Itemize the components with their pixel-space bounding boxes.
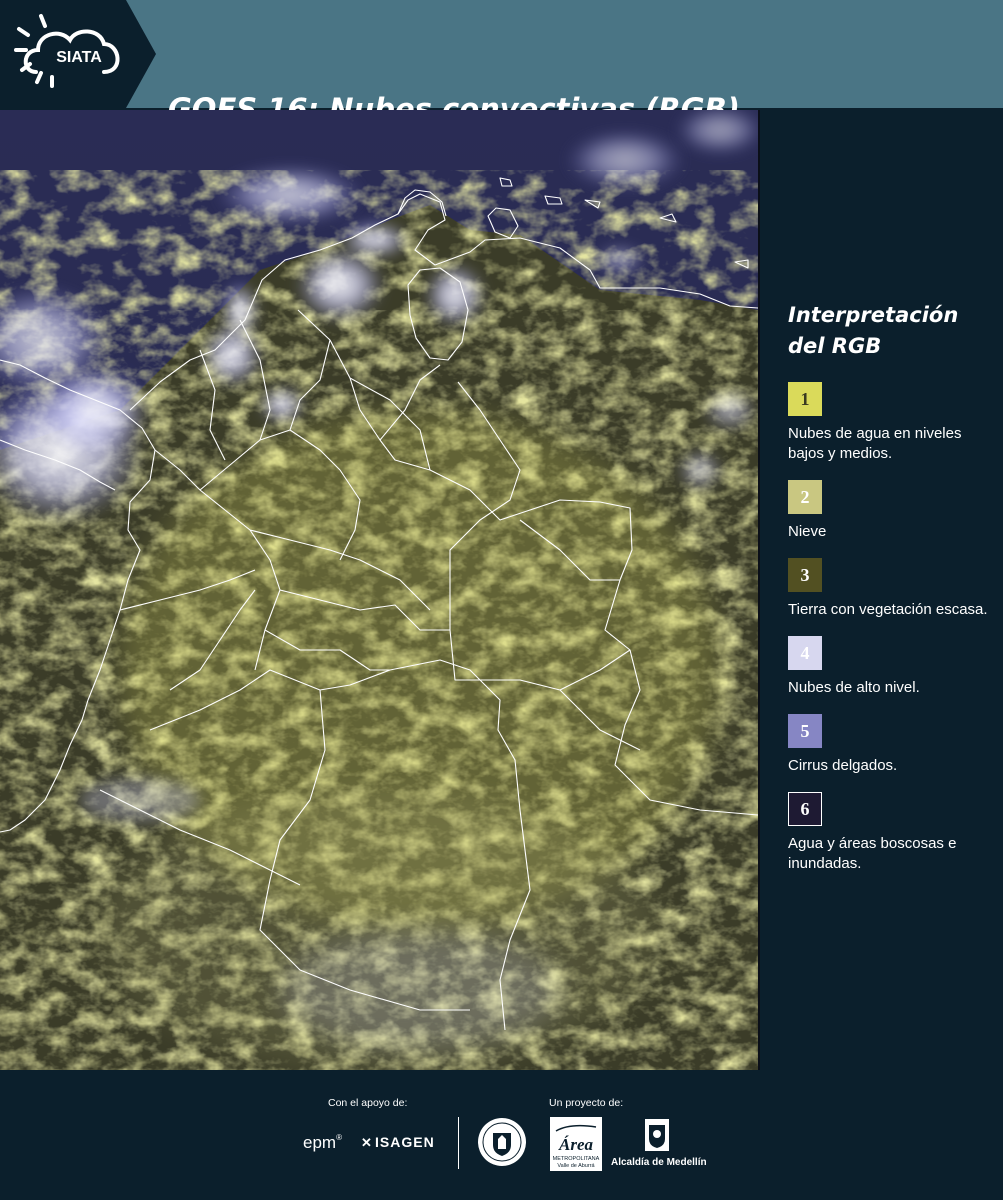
footer-divider — [458, 1117, 459, 1169]
legend-swatch-5: 5 — [788, 714, 822, 748]
isagen-mark-icon: ✕ — [361, 1135, 373, 1150]
isagen-text: ISAGEN — [375, 1134, 435, 1150]
legend-list: 1 Nubes de agua en niveles bajos y medios… — [788, 382, 993, 874]
area-text: Área — [558, 1135, 594, 1154]
legend-swatch-1: 1 — [788, 382, 822, 416]
legend-item-6: 6 Agua y áreas boscosas e inundadas. — [788, 792, 993, 874]
legend-item-1: 1 Nubes de agua en niveles bajos y medios… — [788, 382, 993, 464]
support-caption: Con el apoyo de: — [328, 1097, 408, 1109]
legend-swatch-2: 2 — [788, 480, 822, 514]
legend-label-2: Nieve — [788, 523, 827, 540]
legend-item-4: 4 Nubes de alto nivel. — [788, 636, 993, 698]
legend-item-3: 3 Tierra con vegetación escasa. — [788, 558, 993, 620]
area-sub1: METROPOLITANA — [553, 1156, 600, 1162]
epm-logo[interactable]: epm® — [303, 1133, 342, 1153]
alcaldia-text: Alcaldía de Medellín — [611, 1157, 707, 1168]
project-caption: Un proyecto de: — [549, 1097, 624, 1109]
legend-item-2: 2 Nieve — [788, 480, 993, 542]
siata-logo[interactable]: SIATA — [0, 0, 156, 108]
legend-label-1: Nubes de agua en niveles bajos y medios. — [788, 425, 962, 462]
header-bar: SIATA GOES 16: Nubes convectivas (RGB) 2… — [0, 0, 1003, 240]
legend-label-4: Nubes de alto nivel. — [788, 679, 920, 696]
legend-panel: Interpretación del RGB 1 Nubes de agua en… — [788, 300, 993, 874]
map-border — [758, 110, 760, 1070]
satellite-map[interactable] — [0, 110, 758, 1070]
legend-swatch-6: 6 — [788, 792, 822, 826]
epm-text: epm — [303, 1133, 337, 1152]
area-sub2: Valle de Aburrá — [557, 1163, 595, 1169]
medellin-seal-logo[interactable] — [477, 1117, 527, 1167]
area-metropolitana-logo[interactable]: Área METROPOLITANA Valle de Aburrá — [550, 1117, 602, 1171]
legend-label-3: Tierra con vegetación escasa. — [788, 601, 988, 618]
legend-label-5: Cirrus delgados. — [788, 757, 898, 774]
legend-swatch-3: 3 — [788, 558, 822, 592]
legend-swatch-4: 4 — [788, 636, 822, 670]
legend-label-6: Agua y áreas boscosas e inundadas. — [788, 835, 957, 872]
legend-title: Interpretación del RGB — [788, 303, 959, 358]
isagen-logo[interactable]: ✕ ISAGEN — [361, 1134, 435, 1151]
alcaldia-logo[interactable]: Alcaldía de Medellín — [611, 1119, 707, 1171]
legend-item-5: 5 Cirrus delgados. — [788, 714, 993, 776]
logo-text: SIATA — [56, 49, 102, 66]
